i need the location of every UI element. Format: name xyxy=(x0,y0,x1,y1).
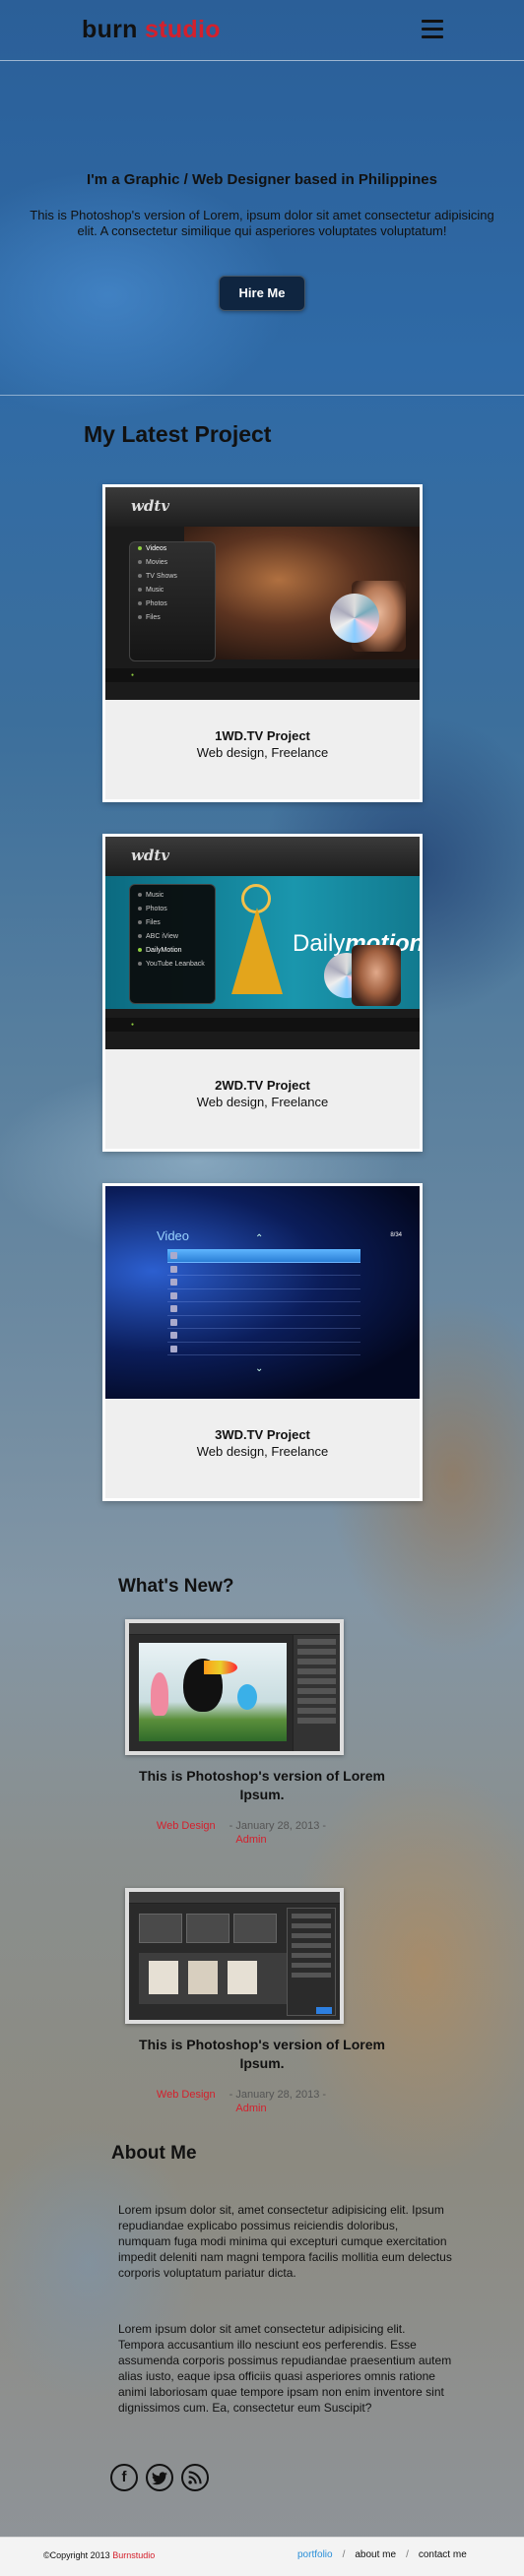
golden-tower-image xyxy=(231,908,283,994)
parrot-image xyxy=(237,1684,257,1710)
project-title: 1WD.TV Project xyxy=(215,728,310,743)
facebook-icon[interactable]: f xyxy=(110,2464,138,2491)
news-author[interactable]: Admin xyxy=(235,1834,266,1846)
copyright: ©Copyright 2013 Burnstudio xyxy=(43,2550,156,2560)
project-meta: Web design, Freelance xyxy=(196,745,329,760)
project-thumbnail-3: Video 8/34 ⌃ ⌄ xyxy=(105,1186,420,1399)
hero-subtitle: This is Photoshop's version of Lorem, ip… xyxy=(30,208,494,238)
flamingo-image xyxy=(151,1672,168,1716)
ok-button xyxy=(316,2007,332,2014)
site-footer: ©Copyright 2013 Burnstudio portfolio / abo… xyxy=(0,2537,524,2576)
news-category[interactable]: Web Design xyxy=(157,1820,216,1832)
chevron-down-icon: ⌄ xyxy=(255,1363,264,1374)
project-card-2[interactable]: wdtv Dailymotion Music Photos Files ABC … xyxy=(102,834,423,1152)
hire-me-button[interactable]: Hire Me xyxy=(219,276,305,311)
logo-text-burn: burn xyxy=(82,16,138,43)
video-count: 8/34 xyxy=(390,1232,402,1238)
project-title: 2WD.TV Project xyxy=(215,1078,310,1093)
site-logo[interactable]: burn studio xyxy=(82,16,221,44)
chevron-up-icon: ⌃ xyxy=(255,1233,264,1244)
about-heading: About Me xyxy=(111,2143,197,2164)
news-category[interactable]: Web Design xyxy=(157,2089,216,2101)
project-meta: Web design, Freelance xyxy=(196,1444,329,1459)
about-paragraph-2: Lorem ipsum dolor sit amet consectetur a… xyxy=(118,2322,452,2415)
twitter-icon[interactable] xyxy=(146,2464,173,2491)
news-thumbnail-2[interactable] xyxy=(125,1888,344,2024)
news-title-2[interactable]: This is Photoshop's version of Lorem Ips… xyxy=(128,2036,396,2073)
project-card-1[interactable]: wdtv Videos Movies TV Shows Music Photos… xyxy=(102,484,423,802)
video-screen-title: Video xyxy=(157,1228,190,1243)
project-meta: Web design, Freelance xyxy=(196,1095,329,1109)
logo-text-studio: studio xyxy=(145,16,221,43)
wdtv-logo: wdtv xyxy=(131,497,170,515)
project-thumbnail-2: wdtv Dailymotion Music Photos Files ABC … xyxy=(105,837,420,1049)
tv-menu: Music Photos Files ABC iView DailyMotion… xyxy=(129,884,216,1004)
project-thumbnail-1: wdtv Videos Movies TV Shows Music Photos… xyxy=(105,487,420,700)
site-header: burn studio xyxy=(0,0,524,61)
footer-link-portfolio[interactable]: portfolio xyxy=(297,2549,333,2560)
video-file-list xyxy=(167,1249,360,1355)
footer-nav: portfolio / about me / contact me xyxy=(297,2549,467,2560)
hamburger-menu-icon[interactable] xyxy=(422,20,443,39)
news-title-1[interactable]: This is Photoshop's version of Lorem Ips… xyxy=(128,1767,396,1804)
about-paragraph-1: Lorem ipsum dolor sit, amet consectetur … xyxy=(118,2203,452,2280)
copyright-brand[interactable]: Burnstudio xyxy=(112,2550,155,2560)
now-playing-bar: ● xyxy=(105,1018,420,1032)
news-author[interactable]: Admin xyxy=(235,2103,266,2114)
footer-link-about-me[interactable]: about me xyxy=(355,2549,396,2560)
wdtv-logo: wdtv xyxy=(131,847,170,864)
news-date: - January 28, 2013 - xyxy=(229,2089,327,2101)
projects-heading: My Latest Project xyxy=(84,421,272,447)
hero-title: I'm a Graphic / Web Designer based in Ph… xyxy=(87,171,437,188)
woman-portrait-image xyxy=(352,945,401,1006)
disc-icon xyxy=(330,594,379,643)
news-meta-2: Web Design - January 28, 2013 - Admin xyxy=(138,2088,345,2115)
footer-link-contact-me[interactable]: contact me xyxy=(419,2549,467,2560)
news-date: - January 28, 2013 - xyxy=(229,1820,327,1832)
project-card-3[interactable]: Video 8/34 ⌃ ⌄ 3WD.TV Project Web design… xyxy=(102,1183,423,1501)
news-heading: What's New? xyxy=(118,1576,234,1597)
now-playing-bar: ● xyxy=(105,668,420,682)
rss-icon[interactable] xyxy=(181,2464,209,2491)
hero-section: I'm a Graphic / Web Designer based in Ph… xyxy=(0,61,524,396)
tv-menu: Videos Movies TV Shows Music Photos File… xyxy=(129,541,216,661)
news-meta-1: Web Design - January 28, 2013 - Admin xyxy=(138,1819,345,1847)
news-thumbnail-1[interactable] xyxy=(125,1619,344,1755)
project-title: 3WD.TV Project xyxy=(215,1427,310,1442)
